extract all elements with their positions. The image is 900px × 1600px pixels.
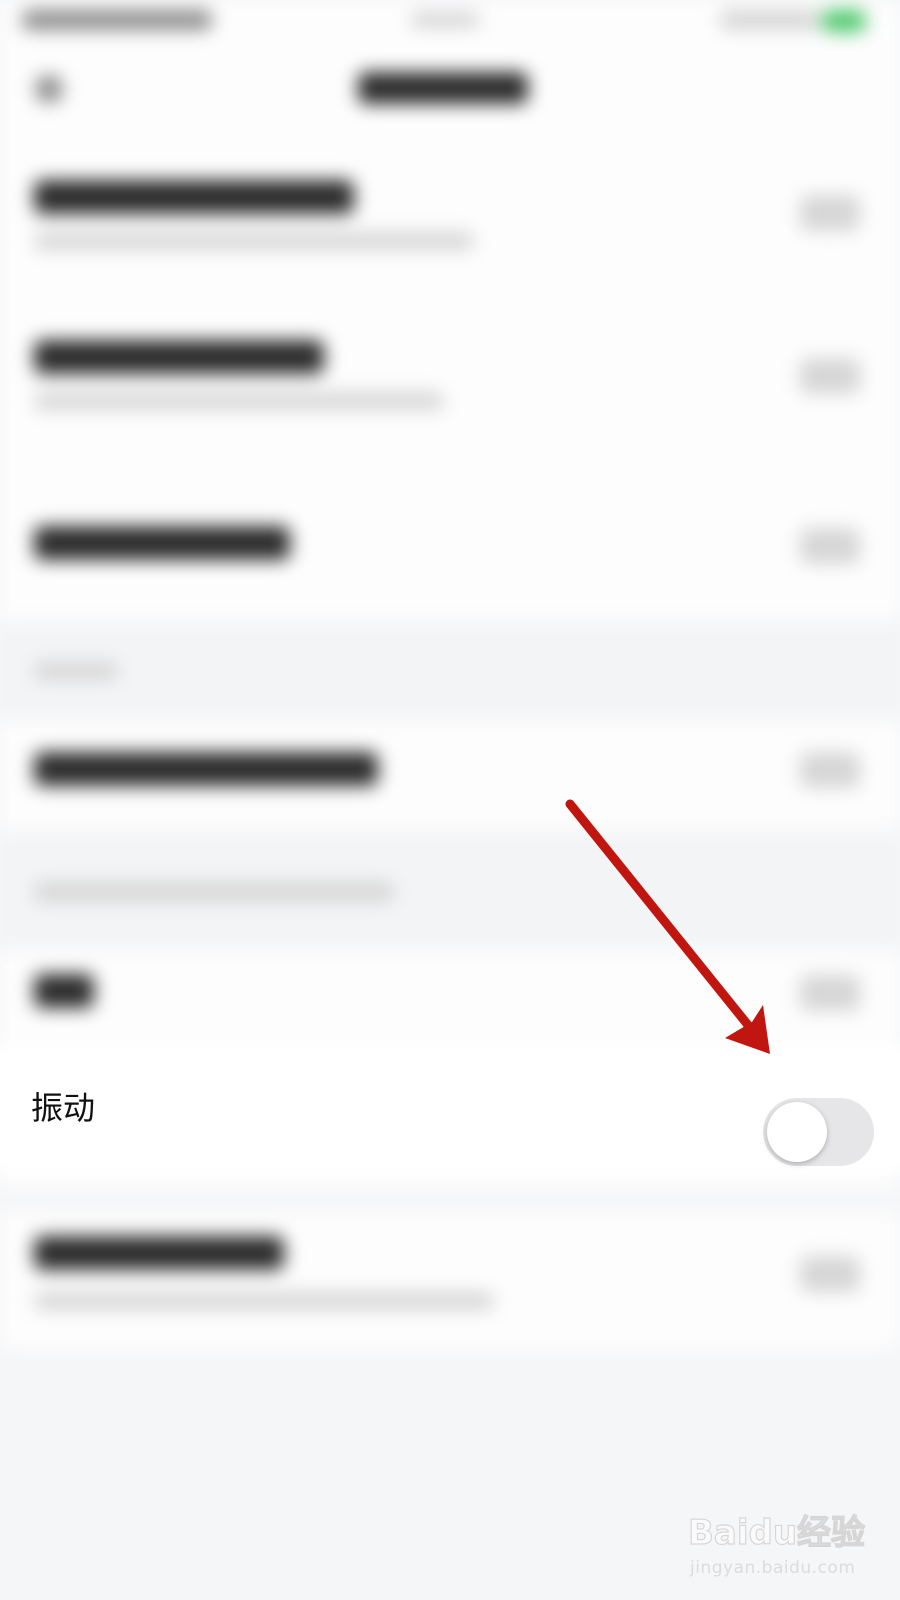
svg-text:Baidu经验: Baidu经验	[688, 1513, 865, 1553]
baidu-jingyan-watermark: Baidu经验 jingyan.baidu.com	[688, 1500, 888, 1590]
vibration-toggle[interactable]	[763, 1098, 874, 1166]
vibration-label: 振动	[31, 1089, 96, 1127]
watermark-url: jingyan.baidu.com	[690, 1558, 856, 1578]
navigation-bar	[0, 55, 900, 135]
back-button[interactable]	[20, 60, 80, 120]
status-bar	[0, 0, 900, 50]
blurred-settings-content	[0, 0, 900, 1600]
toggle-knob	[767, 1102, 827, 1162]
watermark-logo: Baidu经验	[688, 1512, 866, 1553]
settings-row-vibration: 振动	[0, 1052, 900, 1166]
